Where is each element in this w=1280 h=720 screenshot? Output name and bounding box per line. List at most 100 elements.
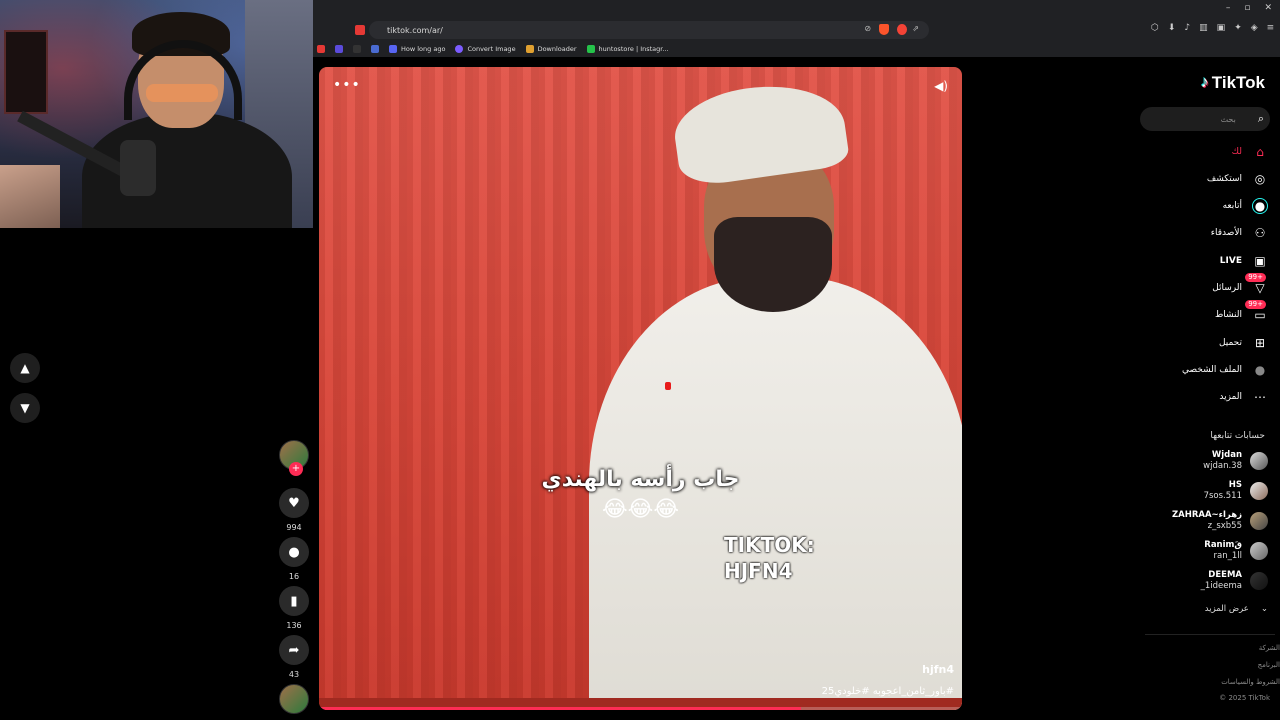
bookmark-label: Downloader	[537, 44, 577, 53]
share-arrow-icon: ➦	[288, 642, 300, 658]
nav-live[interactable]: LIVE ▣	[1220, 252, 1268, 270]
nav-label: LIVE	[1219, 256, 1242, 266]
account-item[interactable]: HS 7sos.511	[1204, 480, 1268, 502]
bookmark-convert-image[interactable]: Convert Image	[455, 44, 516, 53]
vpn-icon[interactable]: ◈	[1251, 23, 1258, 33]
follow-plus-icon[interactable]: +	[289, 462, 303, 476]
account-item[interactable]: Wjdan wjdan.38	[1203, 450, 1268, 472]
show-more-label: عرض المزيد	[1204, 604, 1249, 614]
avatar	[1250, 482, 1268, 500]
share-count: 43	[288, 670, 300, 679]
share-button[interactable]: ➦	[279, 635, 309, 665]
comment-count: 16	[288, 572, 300, 581]
bookmark-how-long-ago[interactable]: How long ago	[389, 44, 446, 53]
chevron-up-icon: ▲	[20, 361, 30, 375]
search-box[interactable]: بحث ⌕	[1140, 107, 1270, 131]
nav-following[interactable]: أتابعه ●	[1223, 197, 1268, 215]
tiktok-logo[interactable]: ♪ TikTok	[1201, 73, 1265, 93]
profile-icon: ●	[1254, 363, 1266, 377]
search-placeholder[interactable]: بحث	[1221, 115, 1236, 124]
bookmark-3[interactable]	[353, 44, 361, 53]
video-description[interactable]: #باور_ثامن_اعجوبه #خلودي25	[822, 686, 954, 697]
minimize-button[interactable]: –	[1226, 3, 1231, 13]
video-progress-bar[interactable]	[319, 707, 962, 710]
heart-icon: ♥	[288, 495, 300, 511]
video-person-beard	[714, 217, 832, 312]
account-item[interactable]: Ranimقَ ran_1ll	[1204, 540, 1268, 562]
previous-video-button[interactable]: ▲	[10, 353, 40, 383]
video-author[interactable]: hjfn4	[922, 663, 954, 676]
upload-icon: ⊞	[1254, 336, 1266, 350]
share-icon[interactable]: ⇗	[912, 24, 919, 33]
nav-profile[interactable]: الملف الشخصي ●	[1182, 361, 1268, 379]
wall-photo	[0, 165, 60, 228]
sidebar-icon[interactable]: ▥	[1199, 23, 1208, 33]
bookmark-label: How long ago	[401, 44, 446, 53]
close-button[interactable]: ✕	[1264, 3, 1272, 13]
extension-icon[interactable]: ⬡	[1151, 23, 1159, 33]
account-item[interactable]: ZAHRAA~زهراء z_sxb55	[1172, 510, 1268, 532]
rewards-icon[interactable]	[897, 24, 907, 35]
account-name: Wjdan	[1211, 450, 1242, 460]
extensions-bar: ⬡ ⬇ ♪ ▥ ▣ ✦ ◈ ≡	[1151, 23, 1274, 33]
nav-label: لك	[1231, 147, 1242, 157]
nav-label: المزيد	[1219, 392, 1242, 402]
nav-for-you[interactable]: لك ⌂	[1232, 143, 1268, 161]
brave-shield-icon[interactable]	[879, 24, 889, 35]
bookmark-huntostore[interactable]: huntostore | Instagr...	[586, 44, 669, 53]
nav-more[interactable]: المزيد ⋯	[1219, 388, 1268, 406]
comment-button[interactable]: ●	[279, 537, 309, 567]
footer-program[interactable]: البرنامج	[1258, 661, 1280, 669]
following-accounts-title: حسابات تتابعها	[1210, 431, 1265, 441]
download-icon[interactable]: ⬇	[1168, 23, 1176, 33]
bookmark-downloader[interactable]: Downloader	[525, 44, 577, 53]
creator-avatar[interactable]: +	[279, 440, 309, 476]
tab-favicon[interactable]	[355, 25, 365, 35]
video-player[interactable]: ••• ◀) جاب رأسه بالهندي 😂😂😂 TIKTOK: HJFN…	[319, 67, 962, 710]
bookmark-1[interactable]	[317, 44, 325, 53]
nav-label: الأصدقاء	[1210, 228, 1242, 238]
next-video-button[interactable]: ▼	[10, 393, 40, 423]
nav-upload[interactable]: تحميل ⊞	[1219, 334, 1268, 352]
search-icon[interactable]: ⌕	[1258, 112, 1264, 126]
url-icons: ⊘ ▭ ⊕ ⇗	[864, 24, 919, 33]
like-count: 994	[286, 523, 302, 532]
bookmark-4[interactable]	[371, 44, 379, 53]
url-text[interactable]: tiktok.com/ar/	[387, 26, 443, 35]
account-item[interactable]: DEEMA _1ideema	[1201, 570, 1268, 592]
speaker-icon[interactable]: ◀)	[934, 79, 948, 93]
home-icon: ⌂	[1256, 145, 1264, 159]
address-bar[interactable]: tiktok.com/ar/ ⊘ ▭ ⊕ ⇗	[369, 21, 929, 39]
title-bar: – ▫ ✕	[313, 0, 1280, 20]
nav-label: الملف الشخصي	[1182, 365, 1242, 375]
wallet-icon[interactable]: ▣	[1217, 23, 1226, 33]
nav-explore[interactable]: استكشف ◎	[1207, 170, 1268, 188]
nav-friends[interactable]: الأصدقاء ⚇	[1211, 224, 1268, 242]
bookmark-icon	[371, 44, 379, 53]
bookmark-icon: ▮	[290, 593, 298, 609]
footer-company[interactable]: الشركة	[1259, 644, 1280, 652]
tiktok-note-icon: ♪	[1200, 74, 1209, 91]
nav-messages[interactable]: الرسائل ▽ 99+	[1212, 273, 1268, 297]
music-icon[interactable]: ♪	[1184, 23, 1190, 33]
leo-icon[interactable]: ✦	[1234, 23, 1242, 33]
comment-icon: ●	[288, 544, 300, 560]
browser-chrome: – ▫ ✕ tiktok.com/ar/ ⊘ ▭ ⊕ ⇗ ⬡ ⬇ ♪ ▥ ▣ ✦…	[313, 0, 1280, 57]
sound-disc[interactable]	[279, 684, 309, 714]
show-more-button[interactable]: عرض المزيد ⌄	[1205, 604, 1268, 614]
bookmark-2[interactable]	[335, 44, 343, 53]
nav-activity[interactable]: النشاط ▭ 99+	[1215, 300, 1268, 324]
menu-icon[interactable]: ≡	[1267, 23, 1275, 33]
activity-icon: ▭ 99+	[1245, 300, 1268, 323]
video-options-button[interactable]: •••	[333, 77, 361, 93]
live-icon: ▣	[1254, 254, 1266, 268]
video-watermark: TIKTOK: HJFN4	[724, 532, 815, 584]
translate-icon[interactable]: ⊘	[864, 24, 871, 33]
account-handle: ran_1ll	[1213, 551, 1242, 561]
like-button[interactable]: ♥	[279, 488, 309, 518]
window-controls: – ▫ ✕	[1226, 3, 1272, 13]
maximize-button[interactable]: ▫	[1244, 3, 1250, 13]
save-button[interactable]: ▮	[279, 586, 309, 616]
account-handle: z_sxb55	[1207, 521, 1242, 531]
footer-terms[interactable]: الشروط والسياسات	[1221, 678, 1280, 686]
